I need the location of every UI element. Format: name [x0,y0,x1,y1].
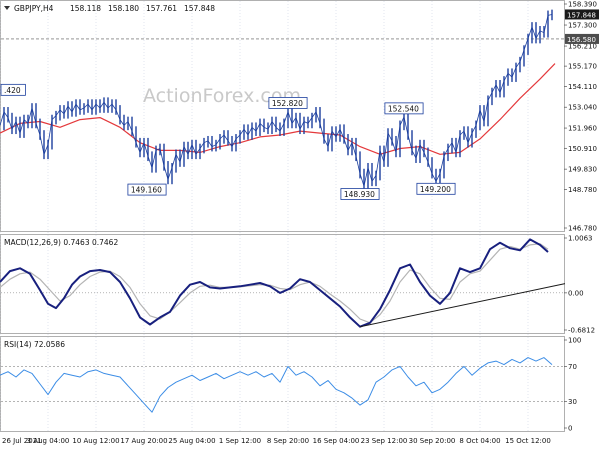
price-annotation: 152.820 [272,99,303,108]
rsi-y-tick-label: 30 [568,398,577,406]
macd-y-tick-label: -0.6812 [568,327,595,335]
x-tick-label: 8 Oct 04:00 [459,437,500,445]
x-tick-label: 30 Sep 20:00 [409,437,456,445]
price-annotation: 149.160 [131,186,162,195]
price-annotation: 152.540 [388,104,419,113]
x-tick-label: 8 Sep 20:00 [267,437,309,445]
chart-window: ActionForex.com .420 149.160 152.820 148.93… [0,0,600,450]
x-tick-label: 15 Oct 12:00 [505,437,551,445]
price-y-tick-label: 153.040 [568,104,597,112]
axis-layer: 26 Jul 20213 Aug 04:00 10 Aug 12:00 17 Aug… [2,1,599,445]
macd-y-tick-label: 0.00 [568,289,584,297]
price-y-tick-label: 157.300 [568,22,597,30]
rsi-layer [0,357,564,413]
chart-svg: ActionForex.com .420149.160152.820148.93… [0,0,599,445]
rsi-y-tick-label: 0 [568,425,572,433]
last-price-tag: 157.848 [567,11,596,19]
price-y-tick-label: 158.390 [568,1,597,9]
symbol-label: GBPJPY,H4 [14,4,54,13]
price-y-tick-label: 150.910 [568,145,597,153]
x-tick-label: 3 Aug 04:00 [27,437,70,445]
price-y-tick-label: 151.960 [568,125,597,133]
x-tick-label: 25 Aug 04:00 [168,437,215,445]
rsi-y-tick-label: 70 [568,363,577,371]
rsi-title: RSI(14) 72.0586 [4,340,65,349]
rsi-line [0,357,553,413]
price-annotation: .420 [4,86,21,95]
price-y-tick-label: 154.110 [568,83,597,91]
x-tick-label: 1 Sep 12:00 [219,437,261,445]
price-y-tick-label: 149.830 [568,166,597,174]
price-y-tick-label: 155.170 [568,63,597,71]
rsi-y-tick-label: 100 [568,337,581,345]
rsi-panel-frame [0,336,565,432]
price-annotation: 148.930 [344,190,375,199]
macd-y-tick-label: 1.0063 [568,235,593,243]
ohlc-high: 158.180 [108,4,139,13]
x-tick-label: 10 Aug 12:00 [72,437,119,445]
grid-layer [0,1,529,431]
x-tick-label: 16 Sep 04:00 [313,437,360,445]
macd-signal-line [0,243,549,324]
ohlc-low: 157.761 [146,4,177,13]
price-y-tick-label: 148.780 [568,186,597,194]
dropdown-triangle-icon[interactable] [4,6,10,10]
level-tag: 156.580 [567,36,596,44]
price-y-tick-label: 146.780 [568,225,597,233]
x-tick-label: 17 Aug 20:00 [120,437,167,445]
ohlc-close: 157.848 [184,4,215,13]
x-tick-label: 23 Sep 12:00 [361,437,408,445]
ohlc-open: 158.118 [70,4,101,13]
macd-title: MACD(12,26,9) 0.7463 0.7462 [4,238,118,247]
price-annotation: 149.200 [420,185,451,194]
